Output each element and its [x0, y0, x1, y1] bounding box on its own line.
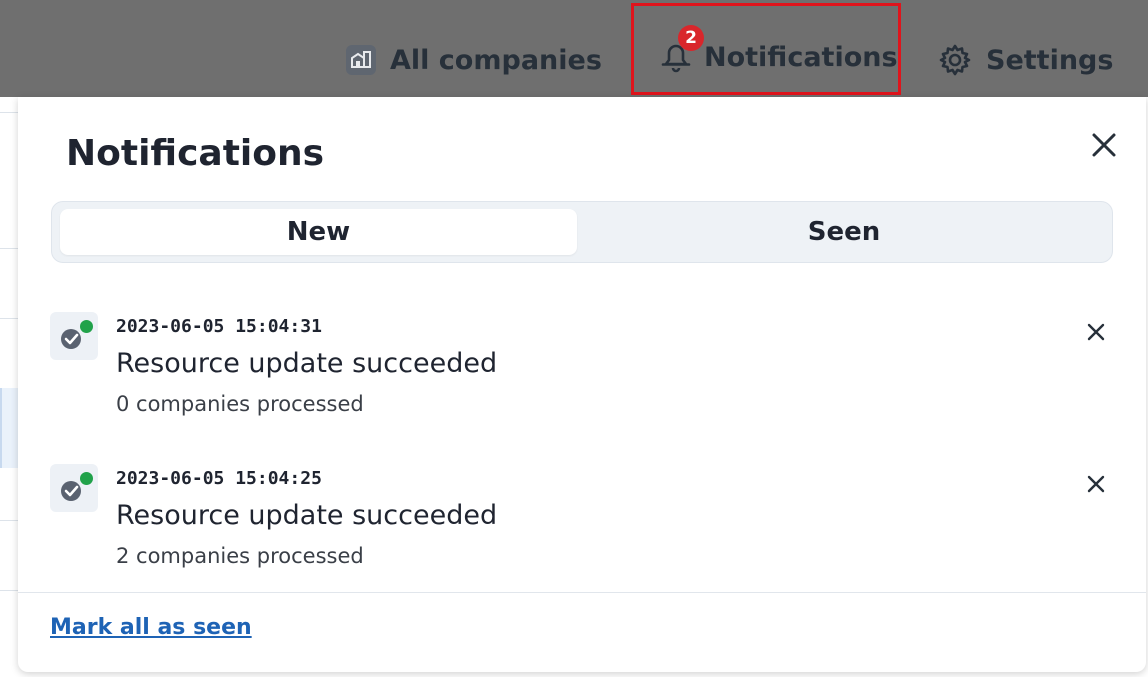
- panel-footer-divider: [18, 592, 1146, 593]
- bell-icon: 2: [656, 25, 704, 73]
- close-icon: [1092, 133, 1116, 157]
- notification-tabs: New Seen: [51, 201, 1113, 263]
- check-circle-icon: [50, 464, 98, 512]
- tab-new[interactable]: New: [60, 209, 577, 255]
- dismiss-notification-button[interactable]: [1082, 318, 1110, 346]
- all-companies-button[interactable]: All companies: [346, 40, 602, 80]
- notification-title: Resource update succeeded: [116, 348, 498, 379]
- success-status-dot: [78, 470, 95, 487]
- dismiss-notification-button[interactable]: [1082, 470, 1110, 498]
- notification-title: Resource update succeeded: [116, 500, 498, 531]
- notification-timestamp: 2023-06-05 15:04:31: [116, 316, 322, 337]
- settings-button[interactable]: Settings: [938, 40, 1113, 80]
- background-divider: [0, 248, 20, 249]
- gear-icon: [938, 43, 972, 77]
- settings-label: Settings: [986, 44, 1114, 76]
- notification-item: 2023-06-05 15:04:25 Resource update succ…: [50, 450, 1120, 568]
- notification-timestamp: 2023-06-05 15:04:25: [116, 468, 322, 489]
- dismiss-icon: [1087, 475, 1105, 493]
- background-divider: [0, 590, 20, 591]
- notifications-label: Notifications: [704, 41, 898, 73]
- dismiss-icon: [1087, 323, 1105, 341]
- close-panel-button[interactable]: [1086, 127, 1122, 163]
- background-divider: [0, 318, 20, 319]
- notification-count-badge: 2: [678, 25, 704, 51]
- success-status-dot: [78, 318, 95, 335]
- notifications-panel: Notifications New Seen 2023-06-05 15:04:…: [18, 97, 1146, 672]
- notifications-button[interactable]: 2 Notifications: [631, 3, 901, 95]
- notification-item: 2023-06-05 15:04:31 Resource update succ…: [50, 298, 1120, 416]
- notification-detail: 2 companies processed: [116, 544, 364, 568]
- background-divider: [0, 520, 20, 521]
- mark-all-as-seen-link[interactable]: Mark all as seen: [50, 615, 252, 640]
- top-navigation-bar: All companies 2 Notifications Settings: [0, 0, 1148, 97]
- background-divider: [0, 112, 20, 113]
- check-circle-icon: [50, 312, 98, 360]
- notification-detail: 0 companies processed: [116, 392, 364, 416]
- buildings-icon: [346, 45, 376, 75]
- tab-seen[interactable]: Seen: [584, 209, 1104, 255]
- panel-title: Notifications: [66, 133, 325, 174]
- all-companies-label: All companies: [390, 44, 602, 76]
